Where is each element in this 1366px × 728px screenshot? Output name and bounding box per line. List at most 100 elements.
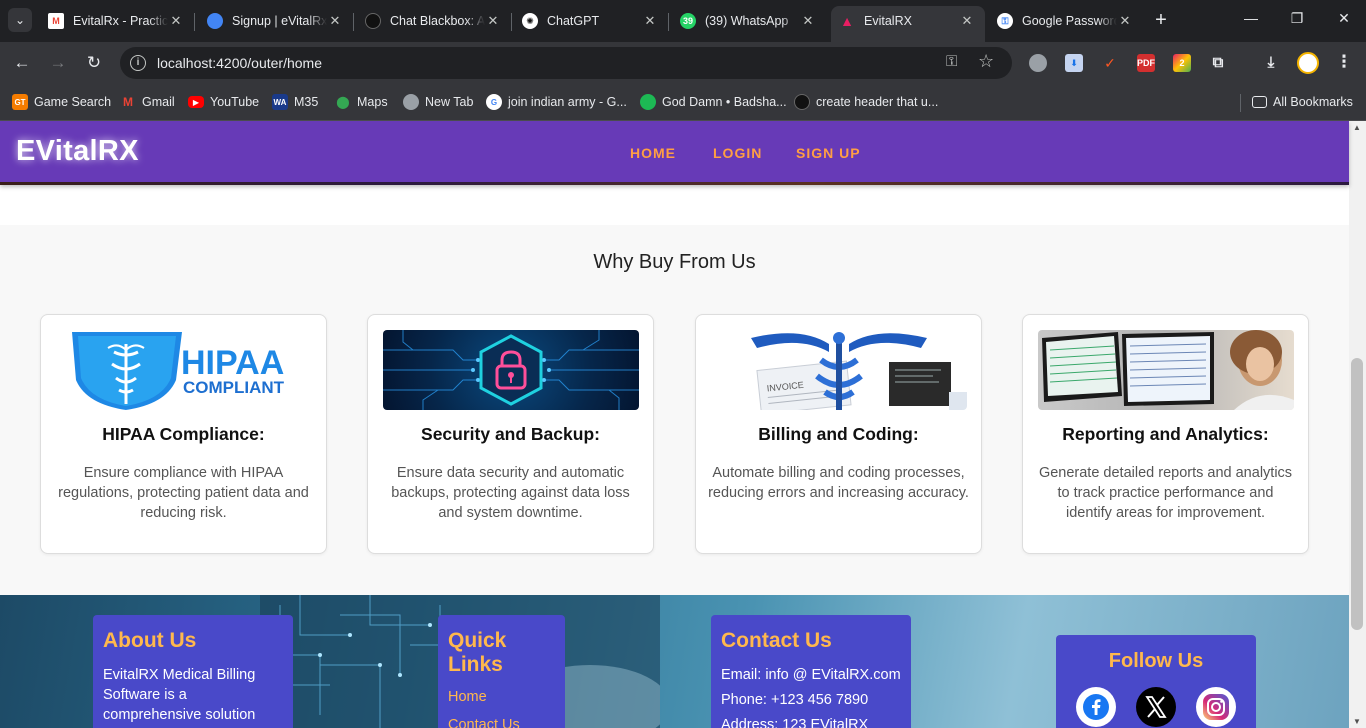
about-text-line: comprehensive solution xyxy=(103,707,256,723)
bookmark-maps[interactable]: ⬤ Maps xyxy=(335,93,388,111)
bookmark-star-icon[interactable]: ☆ xyxy=(978,51,994,72)
contact-title: Contact Us xyxy=(721,629,832,652)
nav-home-link[interactable]: HOME xyxy=(630,145,676,161)
follow-title: Follow Us xyxy=(1108,650,1204,672)
close-icon[interactable]: ✕ xyxy=(959,13,975,29)
close-icon[interactable]: ✕ xyxy=(642,13,658,29)
bookmark-label: All Bookmarks xyxy=(1273,95,1353,109)
check-extension-icon[interactable]: ✓ xyxy=(1101,54,1119,72)
scroll-down-icon[interactable]: ▼ xyxy=(1353,717,1361,726)
menu-kebab-icon[interactable]: ⋮ xyxy=(1334,52,1354,72)
browser-toolbar: ← → ↻ i localhost:4200/outer/home ⚿ ☆ ⬇ … xyxy=(0,42,1366,84)
hipaa-compliant-logo: HIPAA COMPLIANT xyxy=(56,330,312,410)
site-footer: About Us EvitalRX Medical Billing Softwa… xyxy=(0,595,1349,728)
contact-phone: Phone: +123 456 7890 xyxy=(721,692,869,708)
scroll-up-icon[interactable]: ▲ xyxy=(1353,123,1361,132)
bookmarks-bar: GT Game Search M Gmail ▶ YouTube WA M35 ⬤ Map… xyxy=(0,84,1366,121)
scrollbar-thumb[interactable] xyxy=(1351,358,1363,630)
tab-divider xyxy=(353,13,354,31)
spotify-icon xyxy=(640,94,656,110)
bookmark-label: Maps xyxy=(357,95,388,109)
chatgpt-icon: ✺ xyxy=(522,13,538,29)
feature-card-billing: INVOICE Billing and Coding: Automate bil… xyxy=(695,314,982,554)
feature-card-reporting: Reporting and Analytics: Generate detail… xyxy=(1022,314,1309,554)
angular-icon: ▲ xyxy=(840,13,854,29)
profile-avatar[interactable] xyxy=(1297,52,1319,74)
padlock-circuit-image xyxy=(383,330,639,410)
footer-contact: Contact Us Email: info @ EVitalRX.com Ph… xyxy=(711,615,911,728)
bookmark-create-header[interactable]: create header that u... xyxy=(794,93,938,111)
footer-about: About Us EvitalRX Medical Billing Softwa… xyxy=(93,615,293,728)
close-icon[interactable]: ✕ xyxy=(1117,13,1133,29)
bookmark-label: Game Search xyxy=(34,95,112,109)
instagram-icon[interactable] xyxy=(1196,687,1236,727)
site-logo[interactable]: EVitalRX xyxy=(16,135,139,168)
hero-image-edge xyxy=(0,182,1349,185)
bookmark-label: create header that u... xyxy=(816,95,939,109)
bookmark-spotify[interactable]: God Damn • Badsha... xyxy=(640,93,787,111)
wa-icon: WA xyxy=(272,94,288,110)
bookmark-game-search[interactable]: GT Game Search xyxy=(12,93,111,111)
tab-blackbox[interactable]: Chat Blackbox: A ✕ xyxy=(357,6,511,36)
close-icon[interactable]: ✕ xyxy=(485,13,501,29)
new-tab-button[interactable]: + xyxy=(1151,10,1171,30)
all-bookmarks[interactable]: All Bookmarks xyxy=(1252,93,1353,111)
globe-icon xyxy=(403,94,419,110)
tab-chatgpt[interactable]: ✺ ChatGPT ✕ xyxy=(514,6,668,36)
tab-google-password[interactable]: ⚿ Google Password ✕ xyxy=(989,6,1143,36)
tab-evitalrx-active[interactable]: ▲ EvitalRX ✕ xyxy=(831,6,985,42)
card-description: Ensure data security and automatic backu… xyxy=(391,465,630,521)
window-close-button[interactable]: ✕ xyxy=(1334,10,1354,27)
bookmark-gmail[interactable]: M Gmail xyxy=(120,93,175,111)
bookmark-label: New Tab xyxy=(425,95,474,109)
contact-email: Email: info @ EVitalRX.com xyxy=(721,667,901,683)
tab-strip: ⌄ M EvitalRx - Practic ✕ Signup | eVital… xyxy=(0,0,1366,42)
card-description: Ensure compliance with HIPAA regulations… xyxy=(58,465,309,521)
close-icon[interactable]: ✕ xyxy=(327,13,343,29)
site-info-icon[interactable]: i xyxy=(130,55,146,71)
nav-login-link[interactable]: LOGIN xyxy=(713,145,762,161)
puzzle-icon[interactable]: ⧉ xyxy=(1209,54,1227,72)
google-icon: G xyxy=(486,94,502,110)
bookmark-label: Gmail xyxy=(142,95,175,109)
password-key-icon[interactable]: ⚿ xyxy=(946,53,957,70)
feature-card-security: Security and Backup: Ensure data securit… xyxy=(367,314,654,554)
bookmark-m35[interactable]: WA M35 xyxy=(272,93,318,111)
download-extension-icon[interactable]: ⬇ xyxy=(1065,54,1083,72)
section-title: Why Buy From Us xyxy=(593,251,756,273)
extension-icon[interactable] xyxy=(1029,54,1047,72)
tab-evitalrx-gmail[interactable]: M EvitalRx - Practic ✕ xyxy=(40,6,194,36)
url-text[interactable]: localhost:4200/outer/home xyxy=(157,55,322,71)
restore-button[interactable]: ❐ xyxy=(1287,10,1307,27)
reload-button[interactable]: ↻ xyxy=(84,53,104,73)
site-header: EVitalRX HOME LOGIN SIGN UP xyxy=(0,121,1349,185)
page-viewport: EVitalRX HOME LOGIN SIGN UP Why Buy From… xyxy=(0,121,1366,728)
facebook-icon[interactable] xyxy=(1076,687,1116,727)
footer-contact-link[interactable]: Contact Us xyxy=(448,717,555,728)
footer-follow: Follow Us xyxy=(1056,635,1256,728)
pdf-extension-icon[interactable]: PDF xyxy=(1137,54,1155,72)
address-bar[interactable]: i localhost:4200/outer/home ⚿ ☆ xyxy=(120,47,1012,79)
extension-2-icon[interactable]: 2 xyxy=(1173,54,1191,72)
tab-whatsapp[interactable]: 39 (39) WhatsApp ✕ xyxy=(672,6,826,36)
footer-home-link[interactable]: Home xyxy=(448,689,555,705)
evitalrx-icon xyxy=(207,13,223,29)
bookmark-new-tab[interactable]: New Tab xyxy=(403,93,473,111)
forward-button[interactable]: → xyxy=(48,53,68,73)
blackbox-icon xyxy=(365,13,381,29)
back-button[interactable]: ← xyxy=(12,53,32,73)
maps-icon: ⬤ xyxy=(336,95,350,109)
nav-signup-link[interactable]: SIGN UP xyxy=(796,145,861,161)
minimize-button[interactable]: — xyxy=(1241,10,1261,26)
tab-title: EvitalRX xyxy=(864,14,912,28)
bookmark-join-army[interactable]: Gjoin indian army - G... xyxy=(486,93,627,111)
feature-card-hipaa: HIPAA COMPLIANT HIPAA Compliance: Ensure… xyxy=(40,314,327,554)
close-icon[interactable]: ✕ xyxy=(800,13,816,29)
bookmark-youtube[interactable]: ▶ YouTube xyxy=(188,93,259,111)
page-scrollbar[interactable]: ▲ ▼ xyxy=(1349,121,1366,728)
x-twitter-icon[interactable] xyxy=(1136,687,1176,727)
downloads-icon[interactable]: ⤓ xyxy=(1262,54,1280,72)
close-icon[interactable]: ✕ xyxy=(168,13,184,29)
tab-search-button[interactable]: ⌄ xyxy=(8,8,32,32)
tab-signup[interactable]: Signup | eVitalRx ✕ xyxy=(199,6,353,36)
